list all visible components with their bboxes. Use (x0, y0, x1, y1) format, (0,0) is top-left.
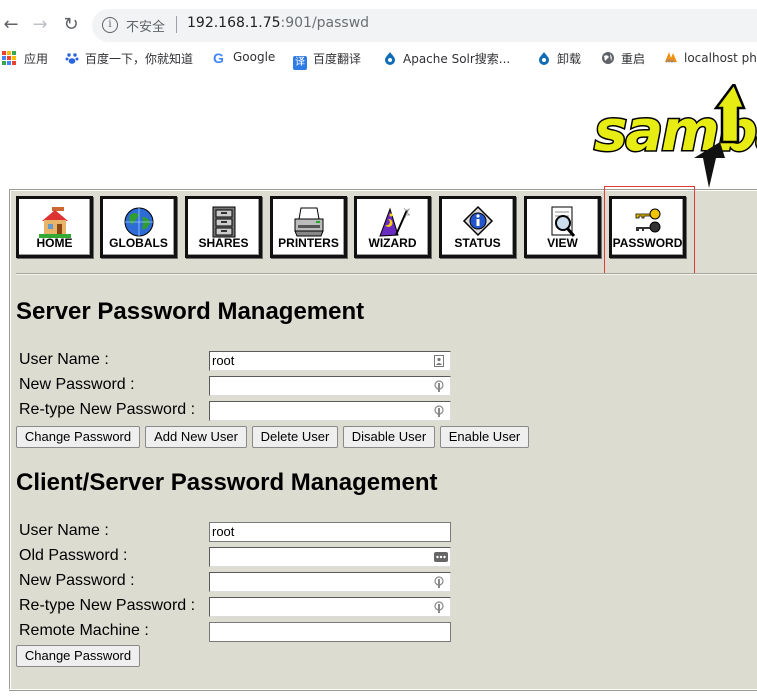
bookmark-uninstall[interactable]: 卸载 (537, 50, 581, 68)
info-icon[interactable]: i (102, 17, 118, 33)
old-password-label: Old Password : (19, 547, 128, 564)
nav-status-button[interactable]: STATUS (439, 196, 516, 258)
bookmark-label: 百度翻译 (313, 52, 362, 66)
server-retype-password-label: Re-type New Password : (19, 401, 196, 418)
contact-card-icon (434, 355, 444, 367)
phpmyadmin-icon: PMA (665, 52, 677, 64)
bookmark-baidu-translate[interactable]: 译百度翻译 (293, 50, 362, 70)
server-change-password-button[interactable]: Change Password (16, 426, 140, 448)
server-new-password-label: New Password : (19, 376, 135, 393)
remote-machine-label: Remote Machine : (19, 622, 149, 639)
globe-icon (602, 52, 614, 64)
bookmark-localhost-phpmyadmin[interactable]: PMA localhost ph (664, 50, 757, 68)
back-arrow-icon[interactable]: ← (0, 14, 22, 36)
client-new-password-input[interactable] (209, 572, 451, 592)
svg-text:PMA: PMA (666, 59, 675, 64)
client-retype-password-label: Re-type New Password : (19, 597, 196, 614)
bookmark-label: Apache Solr搜索... (403, 52, 511, 66)
selection-highlight (604, 186, 695, 274)
panel-bottom-edge (9, 689, 757, 690)
client-new-password-label: New Password : (19, 572, 135, 589)
nav-printers-button[interactable]: PRINTERS (270, 196, 347, 258)
bookmark-google[interactable]: G Google (213, 50, 275, 68)
server-retype-password-input[interactable] (209, 401, 451, 421)
forward-arrow-icon[interactable]: → (29, 14, 51, 36)
bookmark-label: Google (233, 50, 276, 64)
server-user-name-input[interactable]: root (209, 351, 451, 371)
client-server-password-heading: Client/Server Password Management (16, 469, 438, 496)
key-field-icon (434, 405, 444, 417)
key-field-icon (434, 601, 444, 613)
reload-icon[interactable]: ↻ (60, 14, 82, 36)
url-text[interactable]: 192.168.1.75:901/passwd (187, 15, 369, 31)
info-badge-icon (462, 205, 493, 237)
url-host: 192.168.1.75 (187, 15, 281, 31)
drupal-drop-icon (539, 52, 549, 65)
globe-icon (124, 207, 153, 237)
server-user-name-value: root (212, 353, 235, 368)
apps-grid-icon (2, 51, 16, 65)
nav-label: HOME (36, 236, 73, 250)
printer-icon (293, 207, 324, 237)
url-path: :901/passwd (280, 15, 370, 31)
remote-machine-input[interactable] (209, 622, 451, 642)
nav-label: SHARES (198, 236, 249, 250)
bookmark-apps[interactable]: 应用 (2, 50, 48, 68)
magnifier-icon (551, 206, 575, 237)
nav-label: STATUS (454, 236, 501, 250)
url-divider (176, 16, 177, 33)
server-user-name-label: User Name : (19, 351, 109, 368)
nav-label: PRINTERS (278, 236, 339, 250)
security-status[interactable]: 不安全 (126, 16, 165, 35)
drupal-drop-icon (385, 52, 395, 65)
nav-wizard-button[interactable]: WIZARD (354, 196, 431, 258)
delete-user-button[interactable]: Delete User (252, 426, 338, 448)
bookmark-baidu[interactable]: 百度一下，你就知道 (65, 50, 193, 68)
bookmark-restart[interactable]: 重启 (601, 50, 645, 68)
bookmark-label: 应用 (24, 52, 49, 66)
add-new-user-button[interactable]: Add New User (145, 426, 247, 448)
nav-globals-button[interactable]: GLOBALS (100, 196, 177, 258)
password-dots-icon (434, 552, 448, 562)
browser-address-bar: ← → ↻ i 不安全 192.168.1.75:901/passwd (0, 0, 757, 50)
client-user-name-value: root (212, 524, 235, 539)
key-field-icon (434, 380, 444, 392)
nav-home-button[interactable]: HOME (16, 196, 93, 258)
samba-logo: samba (593, 84, 757, 188)
google-g-icon: G (213, 50, 224, 66)
baidu-paw-icon (65, 53, 79, 64)
section-divider (16, 273, 757, 275)
file-cabinet-icon (212, 206, 235, 238)
bookmark-label: 重启 (621, 52, 646, 66)
client-change-password-button[interactable]: Change Password (16, 645, 140, 667)
bookmark-label: 卸载 (557, 52, 582, 66)
nav-view-button[interactable]: VIEW (524, 196, 601, 258)
client-user-name-input[interactable]: root (209, 522, 451, 542)
key-field-icon (434, 576, 444, 588)
enable-user-button[interactable]: Enable User (440, 426, 529, 448)
wizard-hat-icon (378, 207, 410, 237)
baidu-translate-icon: 译 (293, 56, 307, 70)
nav-shares-button[interactable]: SHARES (185, 196, 262, 258)
bookmark-apache-solr[interactable]: Apache Solr搜索... (383, 50, 510, 68)
server-password-heading: Server Password Management (16, 298, 365, 325)
bookmark-label: localhost ph (684, 51, 757, 65)
house-icon (38, 207, 71, 238)
nav-label: WIZARD (368, 236, 417, 250)
bookmarks-bar: 应用 百度一下，你就知道 G Google 译百度翻译 Apache Solr搜索… (0, 46, 757, 72)
old-password-input[interactable] (209, 547, 451, 567)
bookmark-label: 百度一下，你就知道 (85, 52, 194, 66)
client-user-name-label: User Name : (19, 522, 109, 539)
server-new-password-input[interactable] (209, 376, 451, 396)
nav-label: GLOBALS (109, 236, 168, 250)
client-retype-password-input[interactable] (209, 597, 451, 617)
nav-label: VIEW (547, 236, 578, 250)
disable-user-button[interactable]: Disable User (343, 426, 435, 448)
